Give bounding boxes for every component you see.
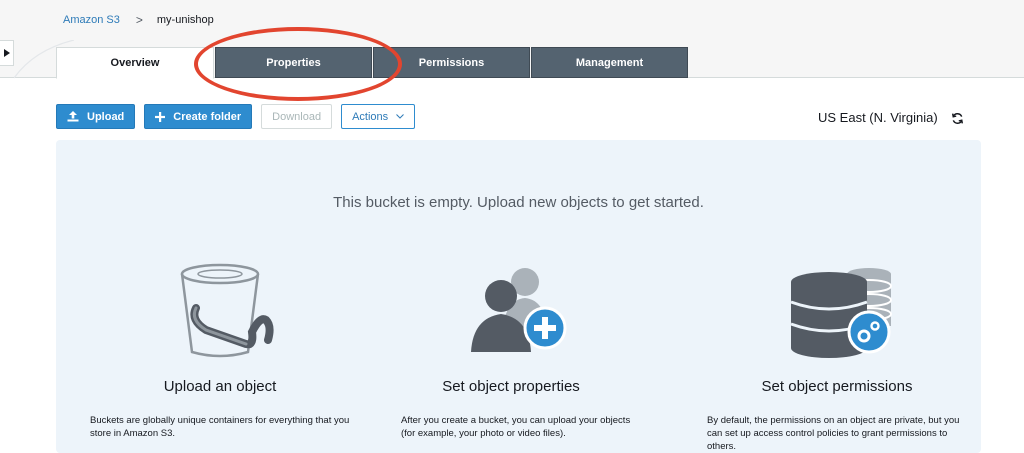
- s3-bucket-page: Amazon S3 > my-unishop Overview Properti…: [0, 0, 1024, 453]
- set-permissions-card: Set object permissions By default, the p…: [707, 260, 967, 453]
- set-properties-card: Set object properties After you create a…: [381, 260, 641, 440]
- tab-properties[interactable]: Properties: [215, 47, 372, 78]
- tab-permissions[interactable]: Permissions: [373, 47, 530, 78]
- upload-icon: [67, 111, 79, 122]
- plus-icon: [155, 111, 166, 122]
- bucket-icon: [180, 263, 274, 358]
- database-settings-icon: [790, 268, 892, 358]
- tab-management[interactable]: Management: [531, 47, 688, 78]
- create-folder-button-label: Create folder: [173, 110, 242, 123]
- set-properties-title: Set object properties: [442, 378, 580, 395]
- users-add-icon: [471, 268, 567, 352]
- create-folder-button[interactable]: Create folder: [144, 104, 253, 129]
- actions-dropdown-label: Actions: [352, 110, 389, 123]
- breadcrumb-root-link[interactable]: Amazon S3: [63, 14, 120, 26]
- upload-button[interactable]: Upload: [56, 104, 136, 129]
- upload-object-text: Buckets are globally unique containers f…: [90, 415, 350, 439]
- region-label: US East (N. Virginia): [818, 110, 938, 125]
- empty-bucket-panel: This bucket is empty. Upload new objects…: [56, 140, 981, 453]
- download-button[interactable]: Download: [261, 104, 333, 129]
- set-permissions-title: Set object permissions: [761, 378, 913, 395]
- download-button-label: Download: [272, 110, 322, 123]
- refresh-icon[interactable]: [951, 112, 964, 125]
- breadcrumb: Amazon S3 > my-unishop: [63, 13, 214, 27]
- empty-bucket-message: This bucket is empty. Upload new objects…: [333, 194, 704, 211]
- object-toolbar: Upload Create folder Download Actions: [56, 104, 416, 129]
- set-permissions-text: By default, the permissions on an object…: [707, 415, 960, 452]
- chevron-down-icon: [396, 114, 404, 119]
- caret-right-icon: [3, 49, 10, 57]
- upload-object-title: Upload an object: [163, 378, 277, 395]
- actions-dropdown[interactable]: Actions: [341, 104, 416, 129]
- upload-object-card: Upload an object Buckets are globally un…: [90, 260, 350, 440]
- breadcrumb-separator: >: [135, 13, 143, 27]
- upload-button-label: Upload: [87, 110, 125, 123]
- sidebar-toggle-button[interactable]: [0, 40, 14, 66]
- tab-bar: Overview Properties Permissions Manageme…: [56, 47, 689, 79]
- tab-overview[interactable]: Overview: [56, 47, 214, 79]
- set-properties-text: After you create a bucket, you can uploa…: [401, 415, 631, 439]
- breadcrumb-current: my-unishop: [156, 14, 214, 26]
